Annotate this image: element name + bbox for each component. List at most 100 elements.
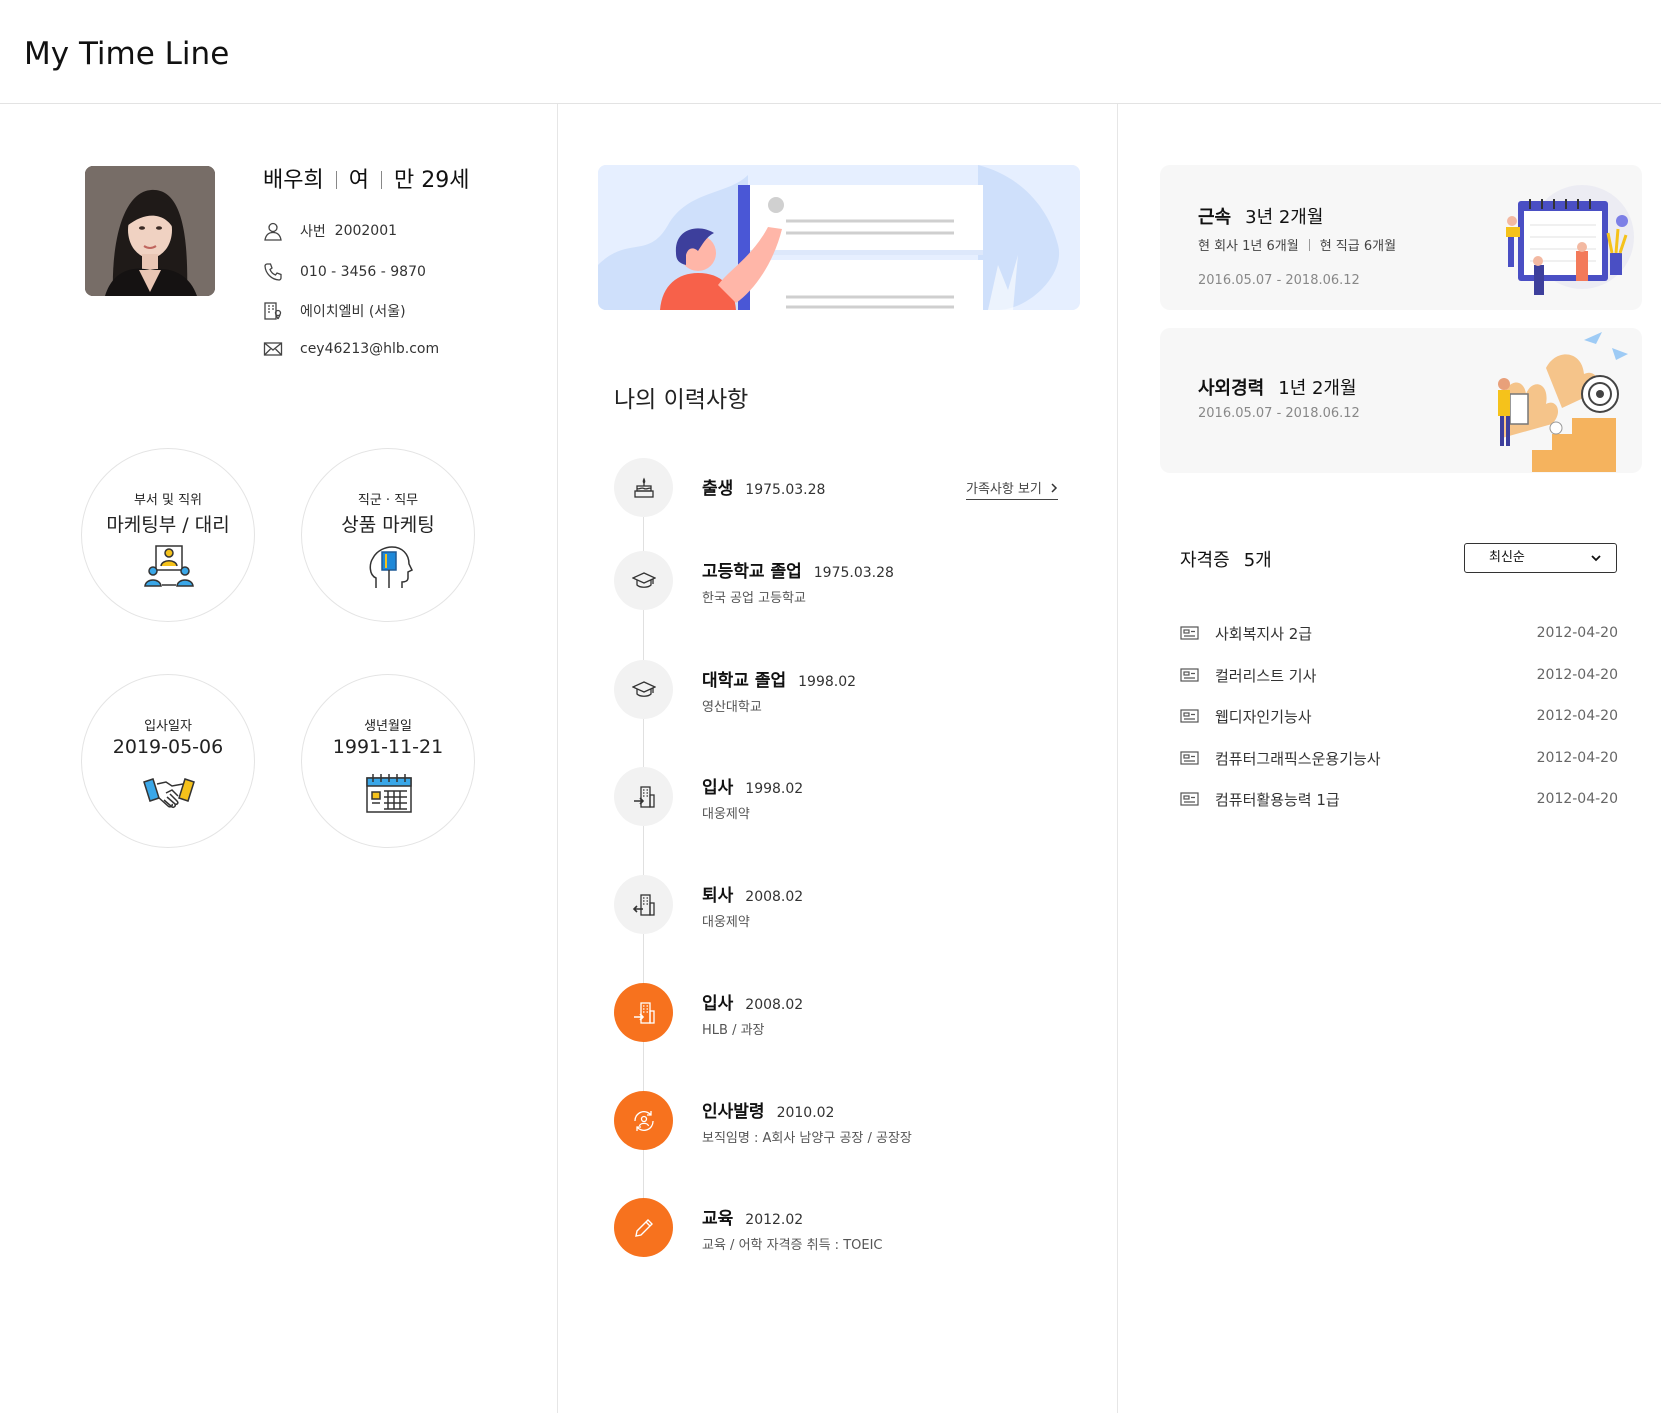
timeline-dot (614, 660, 673, 719)
certificate-name: 사회복지사 2급 (1215, 624, 1313, 643)
job-circle: 직군 · 직무 상품 마케팅 (301, 448, 475, 622)
chevron-down-icon (1591, 555, 1601, 562)
timeline-sub: 교육 / 어학 자격증 취득 : TOEIC (702, 1238, 883, 1253)
tenure-card: 근속 3년 2개월 현 회사 1년 6개월 현 직급 6개월 2016.05.07 … (1160, 165, 1642, 310)
timeline-title: 입사 (702, 994, 734, 1014)
phone-number: 010 - 3456 - 9870 (300, 264, 426, 280)
email-row: cey46213@hlb.com (262, 338, 439, 360)
column-divider (557, 104, 558, 1413)
join-date-value: 2019-05-06 (112, 736, 224, 758)
certificate-date: 2012-04-20 (1536, 625, 1618, 641)
timeline-title: 교육 (702, 1209, 734, 1229)
profile-name: 배우희 (263, 168, 324, 193)
timeline-head: 입사 1998.02 (702, 773, 803, 798)
social-title: 사외경력 1년 2개월 (1198, 374, 1357, 400)
employee-id-label: 사번 (300, 224, 326, 240)
certificate-date: 2012-04-20 (1536, 791, 1618, 807)
timeline-sub: 대웅제약 (702, 807, 750, 822)
head-book-icon (362, 544, 416, 590)
tenure-company: 현 회사 1년 6개월 (1198, 239, 1299, 254)
timeline-item: 인사발령 2010.02 보직임명 : A회사 남양구 공장 / 공장장 (614, 1091, 1084, 1151)
phone-icon (262, 261, 284, 283)
certificate-row: 사회복지사 2급 2012-04-20 (1180, 621, 1618, 645)
timeline-date: 2008.02 (745, 889, 804, 905)
mail-icon (262, 338, 284, 360)
timeline-head: 퇴사 2008.02 (702, 881, 803, 906)
timeline-head: 대학교 졸업 1998.02 (702, 666, 856, 691)
department-label: 부서 및 직위 (133, 493, 203, 508)
social-career-card: 사외경력 1년 2개월 2016.05.07 - 2018.06.12 (1160, 328, 1642, 473)
timeline-date: 2008.02 (745, 997, 804, 1013)
timeline-date: 1975.03.28 (813, 565, 894, 581)
timeline-item: 대학교 졸업 1998.02 영산대학교 (614, 660, 1084, 720)
timeline-dot (614, 1091, 673, 1150)
social-value: 1년 2개월 (1278, 378, 1357, 399)
timeline-head: 인사발령 2010.02 (702, 1097, 834, 1122)
profile-age: 만 29세 (393, 168, 470, 193)
user-icon (262, 220, 284, 242)
timeline-sub: 보직임명 : A회사 남양구 공장 / 공장장 (702, 1131, 912, 1146)
timeline-head: 교육 2012.02 (702, 1204, 803, 1229)
timeline-dot (614, 551, 673, 610)
team-icon (142, 544, 196, 590)
timeline-item: 고등학교 졸업 1975.03.28 한국 공업 고등학교 (614, 551, 1084, 611)
timeline-dot (614, 1198, 673, 1257)
page-title: My Time Line (24, 36, 230, 72)
certificate-date: 2012-04-20 (1536, 708, 1618, 724)
certificate-row: 컴퓨터그래픽스운용기능사 2012-04-20 (1180, 746, 1618, 770)
timeline-item: 입사 2008.02 HLB / 과장 (614, 983, 1084, 1043)
employee-id: 2002001 (334, 223, 398, 239)
timeline-sub: HLB / 과장 (702, 1023, 765, 1038)
page-header: My Time Line (0, 0, 1661, 104)
timeline-title: 고등학교 졸업 (702, 562, 802, 582)
certificate-title: 자격증 5개 (1180, 546, 1272, 572)
certificate-name: 컴퓨터그래픽스운용기능사 (1215, 749, 1381, 768)
timeline-date: 1998.02 (798, 674, 857, 690)
timeline-dot (614, 875, 673, 934)
pencil-icon (634, 1218, 653, 1237)
certificate-card-icon (1180, 626, 1199, 640)
department-value: 마케팅부 / 대리 (106, 514, 230, 536)
tenure-value: 3년 2개월 (1245, 207, 1324, 228)
column-divider (1117, 104, 1118, 1413)
divider (1308, 239, 1310, 251)
certificate-card-icon (1180, 709, 1199, 723)
timeline-title: 입사 (702, 778, 734, 798)
timeline-dot (614, 458, 673, 517)
timeline-item: 교육 2012.02 교육 / 어학 자격증 취득 : TOEIC (614, 1198, 1084, 1258)
job-value: 상품 마케팅 (341, 514, 435, 536)
certificate-card-icon (1180, 792, 1199, 806)
target-stairs-illustration (1498, 332, 1628, 472)
calendar-icon (362, 770, 416, 816)
profile-name-line: 배우희 여 만 29세 (263, 162, 469, 194)
birth-date-label: 생년월일 (364, 719, 412, 734)
building-enter-icon (633, 785, 655, 808)
email-address: cey46213@hlb.com (300, 341, 440, 357)
sort-select[interactable]: 최신순 (1464, 543, 1617, 573)
history-section-title: 나의 이력사항 (614, 387, 749, 413)
cake-icon (633, 477, 654, 498)
timeline-sub: 한국 공업 고등학교 (702, 591, 806, 606)
timeline-date: 2010.02 (776, 1105, 835, 1121)
company-name: 에이치엘비 (서울) (300, 304, 406, 320)
calendar-team-illustration (1506, 185, 1634, 295)
certificate-date: 2012-04-20 (1536, 667, 1618, 683)
job-label: 직군 · 직무 (357, 493, 419, 508)
tenure-sub: 현 회사 1년 6개월 현 직급 6개월 (1198, 235, 1396, 254)
timeline-title: 인사발령 (702, 1102, 765, 1122)
certificate-row: 웹디자인기능사 2012-04-20 (1180, 704, 1618, 728)
certificate-name: 컴퓨터활용능력 1급 (1215, 790, 1340, 809)
graduation-cap-icon (631, 571, 656, 588)
join-date-circle: 입사일자 2019-05-06 (81, 674, 255, 848)
timeline-date: 1998.02 (745, 781, 804, 797)
timeline-dot (614, 983, 673, 1042)
certificate-name: 컬러리스트 기사 (1215, 666, 1317, 685)
timeline-sub: 영산대학교 (702, 700, 762, 715)
timeline-item: 퇴사 2008.02 대웅제약 (614, 875, 1084, 935)
tenure-label: 근속 (1198, 207, 1232, 228)
profile-photo (85, 166, 215, 296)
phone-row: 010 - 3456 - 9870 (262, 261, 426, 283)
certificate-card-icon (1180, 751, 1199, 765)
divider (380, 171, 382, 189)
handshake-icon (142, 770, 196, 816)
